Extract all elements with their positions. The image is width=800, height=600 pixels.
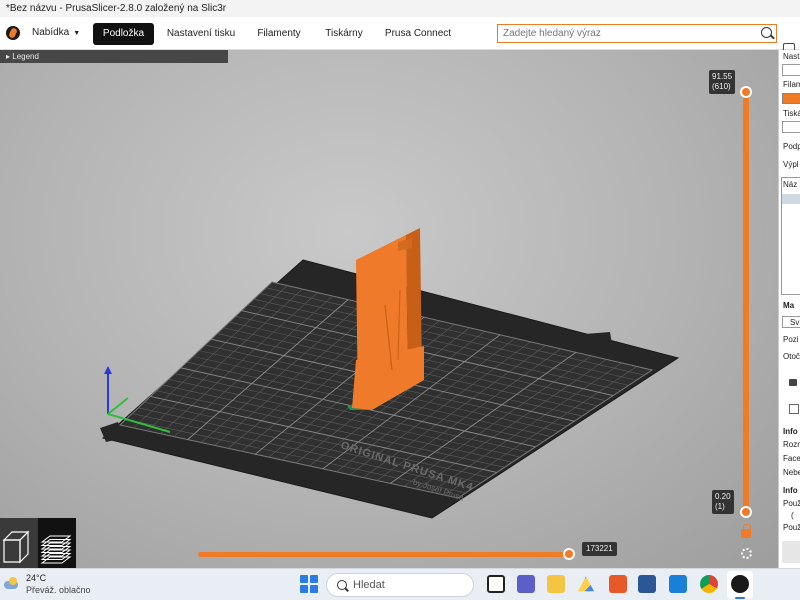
word-icon[interactable] — [638, 575, 656, 593]
tab-tiskarny[interactable]: Tiskárny — [320, 23, 368, 45]
cog-icon[interactable] — [741, 548, 752, 559]
vslider-top-layer: (610) — [712, 82, 731, 91]
lock-icon[interactable] — [741, 524, 751, 538]
google-drive-icon[interactable] — [577, 576, 595, 592]
sidebar-label: Nasta — [783, 52, 800, 61]
search-icon[interactable] — [761, 27, 772, 38]
print-bed-scene[interactable]: ORIGINAL PRUSA MK4 by Josef Prusa — [0, 50, 778, 568]
sidebar-label: Face — [783, 454, 800, 463]
cube-icon — [2, 530, 30, 564]
menu-label: Nabídka — [32, 27, 70, 38]
scale-lock-icon[interactable] — [789, 379, 797, 386]
layer-slider-bottom-handle[interactable] — [740, 506, 752, 518]
move-slider-handle[interactable] — [563, 548, 575, 560]
weather-icon[interactable] — [4, 577, 20, 589]
teams-icon[interactable] — [517, 575, 535, 593]
view-preview-button[interactable] — [38, 518, 76, 568]
sidebar-label: Použ — [783, 499, 800, 508]
sidebar-label: Tiská — [783, 109, 800, 118]
sidebar-label: Info — [783, 427, 798, 436]
y-axis — [107, 397, 129, 415]
start-button[interactable] — [300, 575, 318, 593]
task-view-icon[interactable] — [487, 575, 505, 593]
weather-condition[interactable]: Převáž. oblačno — [26, 585, 91, 595]
calendar-icon[interactable] — [669, 575, 687, 593]
taskbar-search[interactable]: Hledat — [326, 573, 474, 597]
vslider-bottom-layer: (1) — [715, 502, 725, 511]
sidebar-label: Sv — [790, 318, 800, 327]
vslider-bottom-height: 0.20 — [715, 492, 731, 501]
option-checkbox[interactable] — [789, 404, 799, 414]
right-sidebar: Nasta Filam Tiská Podp Výpl Náz Ma Sv Po… — [778, 50, 800, 568]
weather-temperature[interactable]: 24°C — [26, 573, 46, 583]
vslider-top-label: 91.55 (610) — [709, 70, 736, 94]
tab-nastaveni-tisku[interactable]: Nastavení tisku — [164, 23, 238, 45]
view-3d-button[interactable] — [0, 518, 38, 568]
search-box[interactable] — [497, 24, 777, 43]
print-settings-combo[interactable] — [782, 64, 800, 76]
prusaslicer-window: *Bez názvu - PrusaSlicer-2.8.0 založený … — [0, 0, 800, 600]
move-slider-track[interactable] — [198, 552, 570, 557]
vslider-top-height: 91.55 — [712, 72, 733, 81]
sidebar-label: Podp — [783, 142, 800, 151]
tab-podlozka[interactable]: Podložka — [93, 23, 154, 45]
sidebar-label: Rozn — [783, 440, 800, 449]
object-list-row[interactable] — [782, 194, 800, 204]
top-toolbar: Nabídka ▼ Podložka Nastavení tisku Filame… — [0, 17, 800, 55]
search-input[interactable] — [498, 25, 753, 42]
prusaslicer-logo-icon — [6, 26, 20, 40]
office-icon[interactable] — [609, 575, 627, 593]
3d-viewport[interactable]: ▸ Legend ORIGINAL PRUSA MK4 by Josef Pru… — [0, 50, 778, 568]
layer-slider-top-handle[interactable] — [740, 86, 752, 98]
active-app-indicator — [735, 597, 745, 599]
sidebar-label: Výpl — [783, 160, 799, 169]
file-explorer-icon[interactable] — [547, 575, 565, 593]
printer-combo[interactable] — [782, 121, 800, 133]
sidebar-label: Otoč — [783, 352, 800, 361]
layers-icon — [40, 535, 72, 564]
prusaslicer-taskbar-icon[interactable] — [731, 575, 749, 593]
windows-taskbar: 24°C Převáž. oblačno Hledat — [0, 568, 800, 600]
sidebar-label: Nebe — [783, 468, 800, 477]
caret-down-icon: ▼ — [73, 30, 81, 37]
search-icon — [337, 580, 347, 590]
move-slider-value: 173221 — [582, 542, 617, 556]
tab-prusa-connect[interactable]: Prusa Connect — [383, 23, 453, 45]
tab-filamenty[interactable]: Filamenty — [252, 23, 306, 45]
taskbar-search-label: Hledat — [353, 579, 385, 591]
sidebar-label: Ma — [783, 301, 795, 310]
sidebar-label: Použ — [783, 523, 800, 532]
window-title: *Bez názvu - PrusaSlicer-2.8.0 založený … — [0, 0, 800, 17]
layer-slider-track[interactable] — [743, 92, 749, 510]
z-axis-arrow — [104, 366, 112, 374]
filament-color-swatch[interactable] — [782, 93, 800, 104]
object-list-header: Náz — [783, 180, 798, 189]
sidebar-label: Pozi — [783, 335, 799, 344]
export-button[interactable] — [782, 541, 800, 563]
chrome-icon[interactable] — [700, 575, 718, 593]
menu-button[interactable]: Nabídka ▼ — [32, 27, 80, 38]
sidebar-label: Filam — [783, 80, 800, 89]
sidebar-label: ( — [791, 511, 794, 520]
sidebar-label: Info — [783, 486, 798, 495]
vslider-bottom-label: 0.20 (1) — [712, 490, 734, 514]
